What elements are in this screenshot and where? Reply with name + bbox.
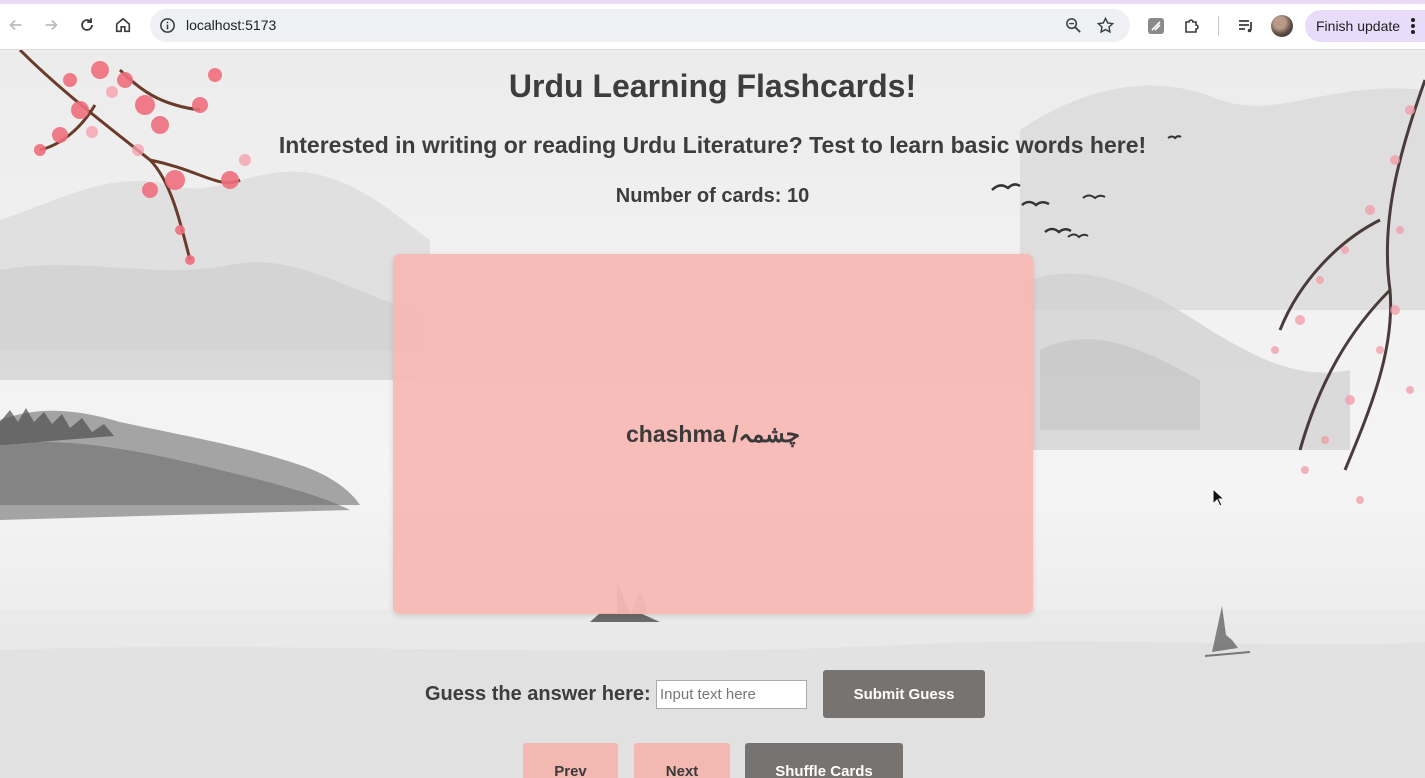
home-icon[interactable] <box>112 14 134 36</box>
flashcard[interactable]: chashma /چشمہ <box>393 254 1033 614</box>
shuffle-cards-button[interactable]: Shuffle Cards <box>745 743 903 778</box>
card-count: Number of cards: 10 <box>0 185 1425 208</box>
back-icon[interactable] <box>5 14 27 36</box>
browser-toolbar: localhost:5173 Finish update <box>0 0 1425 50</box>
site-info-icon[interactable] <box>158 16 177 35</box>
address-bar[interactable]: localhost:5173 <box>150 9 1130 42</box>
page-subtitle: Interested in writing or reading Urdu Li… <box>278 132 1147 158</box>
guess-label: Guess the answer here: <box>425 682 651 705</box>
bookmark-star-icon[interactable] <box>1096 16 1115 35</box>
menu-kebab-icon[interactable] <box>1411 18 1415 34</box>
finish-update-button[interactable]: Finish update <box>1305 10 1425 42</box>
zoom-icon[interactable] <box>1064 16 1083 35</box>
reload-icon[interactable] <box>76 14 98 36</box>
media-controls-icon[interactable] <box>1236 16 1256 36</box>
puzzle-extensions-icon[interactable] <box>1182 16 1202 36</box>
flashcard-page: Urdu Learning Flashcards! Interested in … <box>0 50 1425 778</box>
url-text[interactable]: localhost:5173 <box>186 17 276 33</box>
card-count-value: 10 <box>786 185 810 207</box>
toolbar-accent <box>0 0 1425 4</box>
mouse-cursor-icon <box>1212 488 1226 507</box>
profile-avatar[interactable] <box>1271 15 1293 37</box>
extension-icon[interactable] <box>1146 16 1166 36</box>
guess-input[interactable] <box>656 680 807 709</box>
submit-guess-button[interactable]: Submit Guess <box>823 670 985 718</box>
forward-icon[interactable] <box>40 14 62 36</box>
card-count-label: Number of cards: <box>615 185 782 207</box>
finish-update-label: Finish update <box>1316 18 1401 34</box>
page-title: Urdu Learning Flashcards! <box>508 68 917 104</box>
guess-form: Guess the answer here: <box>425 670 807 718</box>
toolbar-divider <box>1218 16 1219 36</box>
next-button[interactable]: Next <box>634 743 730 778</box>
flashcard-text: chashma /چشمہ <box>625 420 800 447</box>
prev-button[interactable]: Prev <box>523 743 618 778</box>
